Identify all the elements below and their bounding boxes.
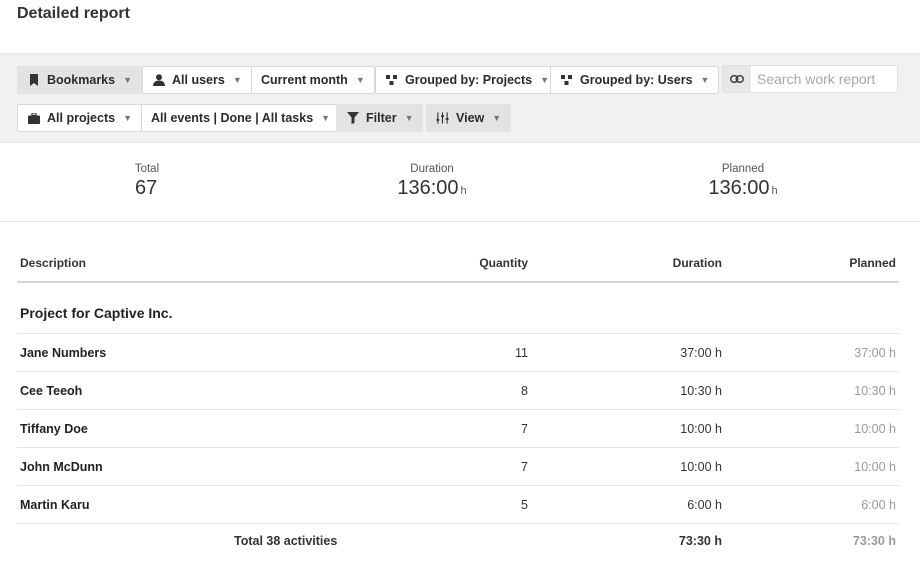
group-by-projects-label: Grouped by: Projects — [405, 73, 533, 87]
row-quantity: 7 — [521, 459, 528, 474]
table-total-row: Total 38 activities 73:30 h 73:30 h — [17, 524, 899, 558]
stat-duration: Duration 136:00 h — [372, 163, 492, 200]
stat-duration-value-wrap: 136:00 h — [372, 177, 492, 200]
chevron-down-icon: ▼ — [404, 113, 414, 123]
sliders-icon — [436, 112, 449, 125]
row-duration: 6:00 h — [687, 497, 722, 512]
user-icon — [152, 74, 165, 87]
stat-planned-value-wrap: 136:00 h — [683, 177, 803, 200]
bookmarks-button[interactable]: Bookmarks ▼ — [17, 66, 143, 94]
row-planned: 37:00 h — [854, 345, 896, 360]
table-row[interactable]: John McDunn 7 10:00 h 10:00 h — [17, 448, 899, 486]
funnel-icon — [346, 112, 359, 125]
summary-stats: Total 67 Duration 136:00 h Planned 136:00… — [0, 143, 920, 222]
briefcase-icon — [27, 112, 40, 125]
column-header-duration[interactable]: Duration — [673, 244, 722, 281]
row-user-name: Tiffany Doe — [20, 421, 88, 436]
table-row[interactable]: Jane Numbers 11 37:00 h 37:00 h — [17, 334, 899, 372]
current-month-label: Current month — [261, 73, 348, 87]
stat-total-label: Total — [134, 163, 160, 175]
stat-planned-value: 136:00 — [708, 177, 770, 199]
chevron-down-icon: ▼ — [492, 113, 502, 123]
chevron-down-icon: ▼ — [123, 113, 132, 123]
view-button[interactable]: View ▼ — [426, 104, 512, 132]
row-duration: 10:30 h — [680, 383, 722, 398]
row-user-name: John McDunn — [20, 459, 103, 474]
row-user-name: Martin Karu — [20, 497, 90, 512]
filter-label: Filter — [366, 111, 397, 125]
stat-planned-unit: h — [771, 185, 778, 197]
group-row-project[interactable]: Project for Captive Inc. — [17, 283, 899, 334]
search-input[interactable] — [751, 66, 897, 92]
stat-total-value: 67 — [135, 177, 158, 199]
filter-button[interactable]: Filter ▼ — [336, 104, 424, 132]
all-users-label: All users — [172, 73, 225, 87]
row-planned: 10:00 h — [854, 421, 896, 436]
stat-duration-unit: h — [460, 185, 467, 197]
total-planned: 73:30 h — [852, 534, 896, 548]
row-user-name: Jane Numbers — [20, 345, 107, 360]
row-quantity: 5 — [521, 497, 528, 512]
row-planned: 6:00 h — [861, 497, 896, 512]
column-header-quantity[interactable]: Quantity — [479, 244, 528, 281]
stat-duration-label: Duration — [410, 163, 454, 175]
report-toolbar: Bookmarks ▼ All users ▼ Current month ▼ … — [0, 53, 920, 143]
event-filter-label: All events | Done | All tasks — [151, 111, 314, 125]
stat-planned: Planned 136:00 h — [683, 163, 803, 200]
chevron-down-icon: ▼ — [232, 75, 242, 85]
group-by-users-button[interactable]: Grouped by: Users ▼ — [550, 66, 720, 94]
bookmarks-label: Bookmarks — [47, 73, 116, 87]
row-user-name: Cee Teeoh — [20, 383, 83, 398]
link-icon[interactable] — [723, 66, 751, 92]
stat-planned-label: Planned — [721, 163, 765, 175]
bookmark-icon — [27, 74, 40, 87]
table-header-row: Description Quantity Duration Planned — [17, 244, 899, 283]
row-quantity: 11 — [515, 345, 528, 360]
stat-total: Total 67 — [107, 163, 187, 200]
column-header-description[interactable]: Description — [20, 244, 86, 281]
view-label: View — [456, 111, 485, 125]
group-project-name: Project for Captive Inc. — [20, 305, 173, 321]
row-quantity: 8 — [521, 383, 528, 398]
column-header-planned[interactable]: Planned — [849, 244, 896, 281]
page-header: Detailed report — [0, 0, 920, 53]
all-projects-button[interactable]: All projects ▼ — [17, 104, 142, 132]
chevron-down-icon: ▼ — [540, 75, 550, 85]
chevron-down-icon: ▼ — [123, 75, 133, 85]
search-box — [722, 65, 898, 93]
row-planned: 10:30 h — [854, 383, 896, 398]
row-planned: 10:00 h — [854, 459, 896, 474]
report-table: Description Quantity Duration Planned Pr… — [17, 244, 899, 558]
chevron-down-icon: ▼ — [355, 75, 365, 85]
total-duration: 73:30 h — [678, 534, 722, 548]
group-by-users-label: Grouped by: Users — [580, 73, 693, 87]
all-projects-label: All projects — [47, 111, 116, 125]
stat-duration-value: 136:00 — [397, 177, 459, 199]
table-row[interactable]: Tiffany Doe 7 10:00 h 10:00 h — [17, 410, 899, 448]
row-duration: 10:00 h — [680, 421, 722, 436]
group-tree-icon — [560, 74, 573, 87]
event-filter-button[interactable]: All events | Done | All tasks ▼ — [141, 104, 341, 132]
all-users-button[interactable]: All users ▼ — [142, 66, 252, 94]
page-title: Detailed report — [17, 5, 130, 22]
chevron-down-icon: ▼ — [700, 75, 710, 85]
current-month-button[interactable]: Current month ▼ — [251, 66, 375, 94]
table-row[interactable]: Cee Teeoh 8 10:30 h 10:30 h — [17, 372, 899, 410]
row-quantity: 7 — [521, 421, 528, 436]
total-activities-label: Total 38 activities — [234, 534, 338, 548]
table-row[interactable]: Martin Karu 5 6:00 h 6:00 h — [17, 486, 899, 524]
row-duration: 37:00 h — [680, 345, 722, 360]
row-duration: 10:00 h — [680, 459, 722, 474]
group-by-projects-button[interactable]: Grouped by: Projects ▼ — [375, 66, 560, 94]
chevron-down-icon: ▼ — [321, 113, 331, 123]
group-tree-icon — [385, 74, 398, 87]
